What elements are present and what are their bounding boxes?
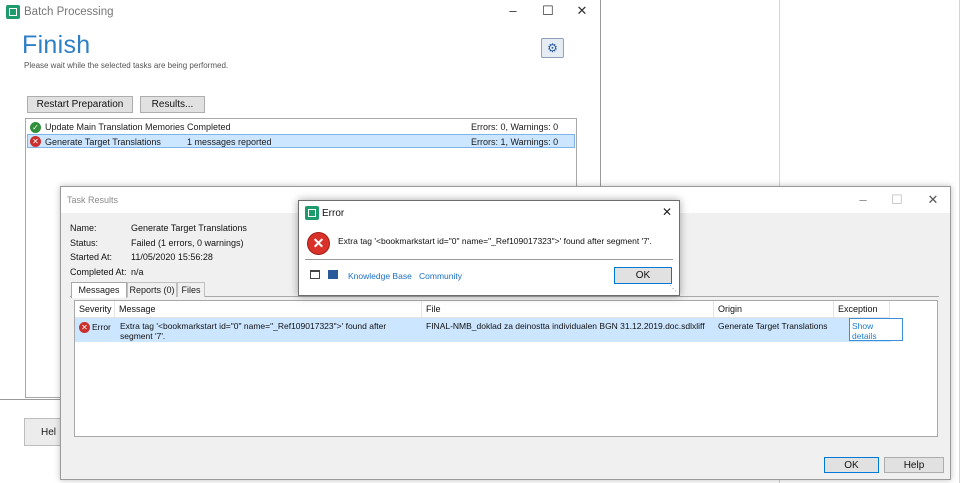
field-label: Status: <box>70 238 99 248</box>
knowledge-base-link[interactable]: Knowledge Base <box>348 271 412 281</box>
community-link[interactable]: Community <box>419 271 462 281</box>
message-cell: Extra tag '<bookmarkstart id="0" name="_… <box>120 321 387 341</box>
error-icon: ✕ <box>307 232 330 255</box>
task-status: Completed <box>187 122 231 132</box>
close-icon[interactable]: ✕ <box>572 4 592 17</box>
show-details-link[interactable]: Show details <box>849 318 903 341</box>
column-header[interactable]: Origin <box>714 301 834 318</box>
task-row[interactable]: ✓ Update Main Translation Memories Compl… <box>27 120 575 134</box>
column-header[interactable]: Message <box>115 301 422 318</box>
window-title: Task Results <box>67 195 119 205</box>
field-label: Started At: <box>70 252 113 262</box>
file-cell: FINAL-NMB_doklad za deinostta individual… <box>426 321 705 331</box>
field-value: Generate Target Translations <box>131 223 247 233</box>
field-label: Completed At: <box>70 267 127 277</box>
error-dialog: Error ✕ ✕ Extra tag '<bookmarkstart id="… <box>298 200 680 296</box>
task-row[interactable]: ✕ Generate Target Translations 1 message… <box>27 134 575 148</box>
app-icon <box>6 5 20 19</box>
close-icon[interactable]: ✕ <box>923 193 943 206</box>
save-icon[interactable] <box>328 270 338 279</box>
page-title: Finish <box>22 31 91 59</box>
resize-grip-icon[interactable]: ⋱ <box>669 284 677 293</box>
field-value: Failed (1 errors, 0 warnings) <box>131 238 244 248</box>
window-icon[interactable] <box>310 270 320 279</box>
origin-cell: Generate Target Translations <box>718 321 828 331</box>
column-header[interactable]: Exception <box>834 301 890 318</box>
field-label: Name: <box>70 223 97 233</box>
help-label: Hel <box>41 427 57 438</box>
column-header[interactable]: Severity <box>75 301 115 318</box>
tab-messages[interactable]: Messages (1) <box>71 282 127 309</box>
tab-files[interactable]: Files <box>177 282 205 297</box>
error-message: Extra tag '<bookmarkstart id="0" name="_… <box>338 236 652 246</box>
success-icon: ✓ <box>30 122 41 133</box>
minimize-icon[interactable]: – <box>503 4 523 17</box>
help-button[interactable]: Help <box>884 457 944 473</box>
page-subtitle: Please wait while the selected tasks are… <box>24 61 229 70</box>
window-title: Batch Processing <box>24 6 114 18</box>
minimize-icon[interactable]: – <box>853 193 873 206</box>
severity-cell: Error <box>92 322 111 332</box>
error-icon: ✕ <box>79 322 90 333</box>
settings-button[interactable]: ⚙ <box>541 38 564 58</box>
gear-icon: ⚙ <box>547 41 558 55</box>
ok-button[interactable]: OK <box>614 267 672 284</box>
task-name: Update Main Translation Memories <box>45 122 185 132</box>
task-status: 1 messages reported <box>187 137 272 147</box>
results-button[interactable]: Results... <box>140 96 205 113</box>
app-icon <box>305 206 319 220</box>
task-result: Errors: 1, Warnings: 0 <box>471 137 559 147</box>
task-result: Errors: 0, Warnings: 0 <box>471 122 559 132</box>
restart-preparation-button[interactable]: Restart Preparation <box>27 96 133 113</box>
messages-table: Severity Message File Origin Exception ✕… <box>74 300 938 437</box>
dialog-title: Error <box>322 208 345 219</box>
task-name: Generate Target Translations <box>45 137 161 147</box>
separator <box>305 259 673 260</box>
table-row[interactable]: ✕ Error Extra tag '<bookmarkstart id="0"… <box>75 318 891 342</box>
close-icon[interactable]: ✕ <box>659 205 675 219</box>
tab-reports[interactable]: Reports (0) <box>127 282 177 297</box>
ok-button[interactable]: OK <box>824 457 879 473</box>
field-value: 11/05/2020 15:56:28 <box>131 252 213 262</box>
maximize-icon[interactable]: ☐ <box>538 4 558 17</box>
column-header[interactable]: File <box>422 301 714 318</box>
maximize-icon[interactable]: ☐ <box>887 193 907 206</box>
error-icon: ✕ <box>30 136 41 147</box>
field-value: n/a <box>131 267 144 277</box>
